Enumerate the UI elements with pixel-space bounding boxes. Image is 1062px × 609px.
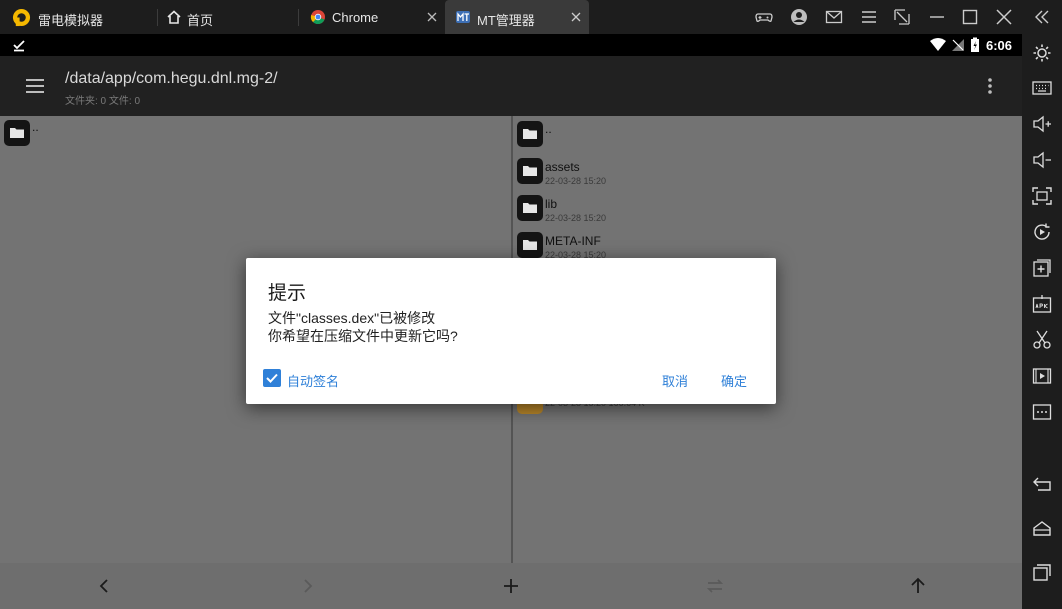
chrome-icon (310, 10, 325, 25)
wifi-icon (930, 38, 946, 51)
android-statusbar: 6:06 (0, 34, 1022, 56)
screenshot-scissors-icon[interactable] (1032, 330, 1052, 350)
android-back-icon[interactable] (1032, 474, 1052, 494)
account-icon[interactable] (790, 8, 808, 26)
restore-resize-icon[interactable] (893, 8, 911, 26)
up-arrow-icon[interactable] (908, 576, 928, 596)
list-item[interactable]: assets 22-03-28 15:20 (513, 154, 1022, 190)
auto-sign-checkbox[interactable] (263, 369, 281, 387)
tab-close-icon[interactable] (570, 11, 582, 23)
update-archive-dialog: 提示 文件"classes.dex"已被修改 你希望在压缩文件中更新它吗? 自动… (246, 258, 776, 404)
minimize-icon[interactable] (928, 8, 946, 26)
folder-icon (4, 120, 30, 146)
home-icon (167, 10, 181, 24)
cancel-button[interactable]: 取消 (662, 371, 688, 390)
no-signal-icon (952, 39, 964, 51)
tab-separator (157, 9, 158, 26)
more-vert-icon[interactable] (981, 76, 999, 96)
current-path: /data/app/com.hegu.dnl.mg-2/ (65, 70, 278, 87)
file-name: META-INF (545, 234, 601, 248)
download-done-icon (13, 40, 25, 52)
dialog-title: 提示 (268, 283, 307, 304)
add-window-icon[interactable] (1032, 258, 1052, 278)
folder-icon (517, 195, 543, 221)
gamepad-icon[interactable] (755, 8, 773, 26)
checkmark-icon (266, 373, 278, 383)
android-home-icon[interactable] (1032, 518, 1052, 538)
file-name: .. (545, 122, 552, 136)
hamburger-menu-icon[interactable] (25, 76, 45, 96)
file-name: .. (32, 120, 39, 134)
volume-up-icon[interactable] (1032, 114, 1052, 134)
list-item[interactable]: .. (513, 116, 1022, 152)
apk-install-icon[interactable] (1032, 294, 1052, 314)
file-date: 22-03-28 15:20 (545, 213, 607, 223)
file-name: lib (545, 197, 558, 211)
tab-chrome[interactable]: Chrome (302, 0, 444, 34)
maximize-icon[interactable] (961, 8, 979, 26)
folder-file-count: 文件夹: 0 文件: 0 (65, 96, 141, 107)
collapse-sidebar-icon[interactable] (1033, 8, 1051, 26)
folder-icon (517, 121, 543, 147)
tab-home-label: 首页 (187, 13, 214, 28)
battery-charging-icon (971, 37, 979, 52)
emulator-app-name: 雷电模拟器 (38, 13, 104, 28)
file-name: assets (545, 160, 580, 174)
list-item[interactable]: lib 22-03-28 15:20 (513, 191, 1022, 227)
tab-chrome-label: Chrome (332, 10, 379, 25)
add-icon[interactable] (501, 576, 521, 596)
ok-button[interactable]: 确定 (721, 371, 747, 390)
back-arrow-icon[interactable] (94, 576, 114, 596)
android-recents-icon[interactable] (1032, 562, 1052, 582)
video-record-icon[interactable] (1032, 366, 1052, 386)
rotate-icon[interactable] (1032, 222, 1052, 242)
ldplayer-logo-icon (12, 8, 31, 27)
tab-separator (298, 9, 299, 26)
tab-home[interactable]: 首页 (160, 0, 296, 34)
tab-mt-manager[interactable]: MT管理器 (445, 0, 589, 34)
more-icon[interactable] (1032, 402, 1052, 422)
status-clock: 6:06 (985, 38, 1012, 53)
settings-icon[interactable] (1032, 43, 1052, 63)
close-icon[interactable] (995, 8, 1013, 26)
emulator-titlebar: 雷电模拟器 首页 Chrome MT管理器 (0, 0, 1062, 34)
list-item[interactable]: .. (0, 116, 511, 152)
dialog-message-line2: 你希望在压缩文件中更新它吗? (268, 328, 458, 344)
dialog-message: 文件"classes.dex"已被修改 你希望在压缩文件中更新它吗? (268, 309, 458, 345)
dialog-message-line1: 文件"classes.dex"已被修改 (268, 310, 436, 326)
mt-manager-icon (456, 11, 470, 23)
forward-arrow-icon[interactable] (298, 576, 318, 596)
fullscreen-icon[interactable] (1032, 186, 1052, 206)
emulator-sidebar (1022, 34, 1062, 609)
volume-down-icon[interactable] (1032, 150, 1052, 170)
keyboard-icon[interactable] (1032, 78, 1052, 98)
swap-icon[interactable] (705, 576, 725, 596)
app-toolbar: /data/app/com.hegu.dnl.mg-2/ 文件夹: 0 文件: … (0, 56, 1022, 116)
mail-icon[interactable] (825, 8, 843, 26)
file-date: 22-03-28 15:20 (545, 176, 607, 186)
bottom-action-bar (0, 563, 1022, 609)
tab-mt-label: MT管理器 (477, 13, 535, 28)
tab-close-icon[interactable] (426, 11, 438, 23)
folder-icon (517, 232, 543, 258)
folder-icon (517, 158, 543, 184)
auto-sign-label[interactable]: 自动签名 (287, 371, 339, 390)
menu-icon[interactable] (860, 8, 878, 26)
